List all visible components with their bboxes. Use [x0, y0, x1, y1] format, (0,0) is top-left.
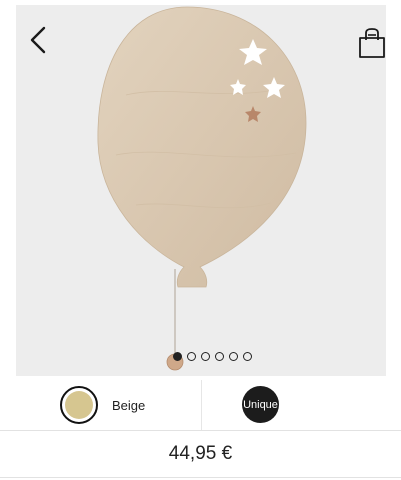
- size-label: Unique: [243, 398, 278, 411]
- shopping-bag-icon: [359, 28, 385, 58]
- color-swatch-fill: [65, 391, 93, 419]
- product-screen: Beige Unique 44,95 €: [0, 0, 401, 480]
- product-image-carousel[interactable]: [16, 5, 386, 376]
- price-bar: 44,95 €: [0, 431, 401, 478]
- balloon-lamp-image: [97, 6, 307, 371]
- color-label: Beige: [112, 397, 146, 413]
- product-price: 44,95 €: [168, 443, 233, 464]
- size-option-unique[interactable]: Unique: [242, 386, 279, 423]
- carousel-dot[interactable]: [243, 352, 252, 361]
- variant-divider: [201, 380, 202, 430]
- cart-button[interactable]: [354, 26, 390, 62]
- carousel-dot[interactable]: [229, 352, 238, 361]
- back-chevron-icon: [30, 26, 46, 54]
- carousel-pagination: [173, 352, 252, 364]
- carousel-dot[interactable]: [215, 352, 224, 361]
- carousel-dot[interactable]: [187, 352, 196, 361]
- back-button[interactable]: [24, 22, 54, 58]
- color-option-beige[interactable]: Beige: [60, 383, 200, 427]
- variant-selector: Beige Unique: [0, 378, 401, 431]
- carousel-dot[interactable]: [173, 352, 182, 361]
- carousel-dot[interactable]: [201, 352, 210, 361]
- color-swatch[interactable]: [60, 386, 98, 424]
